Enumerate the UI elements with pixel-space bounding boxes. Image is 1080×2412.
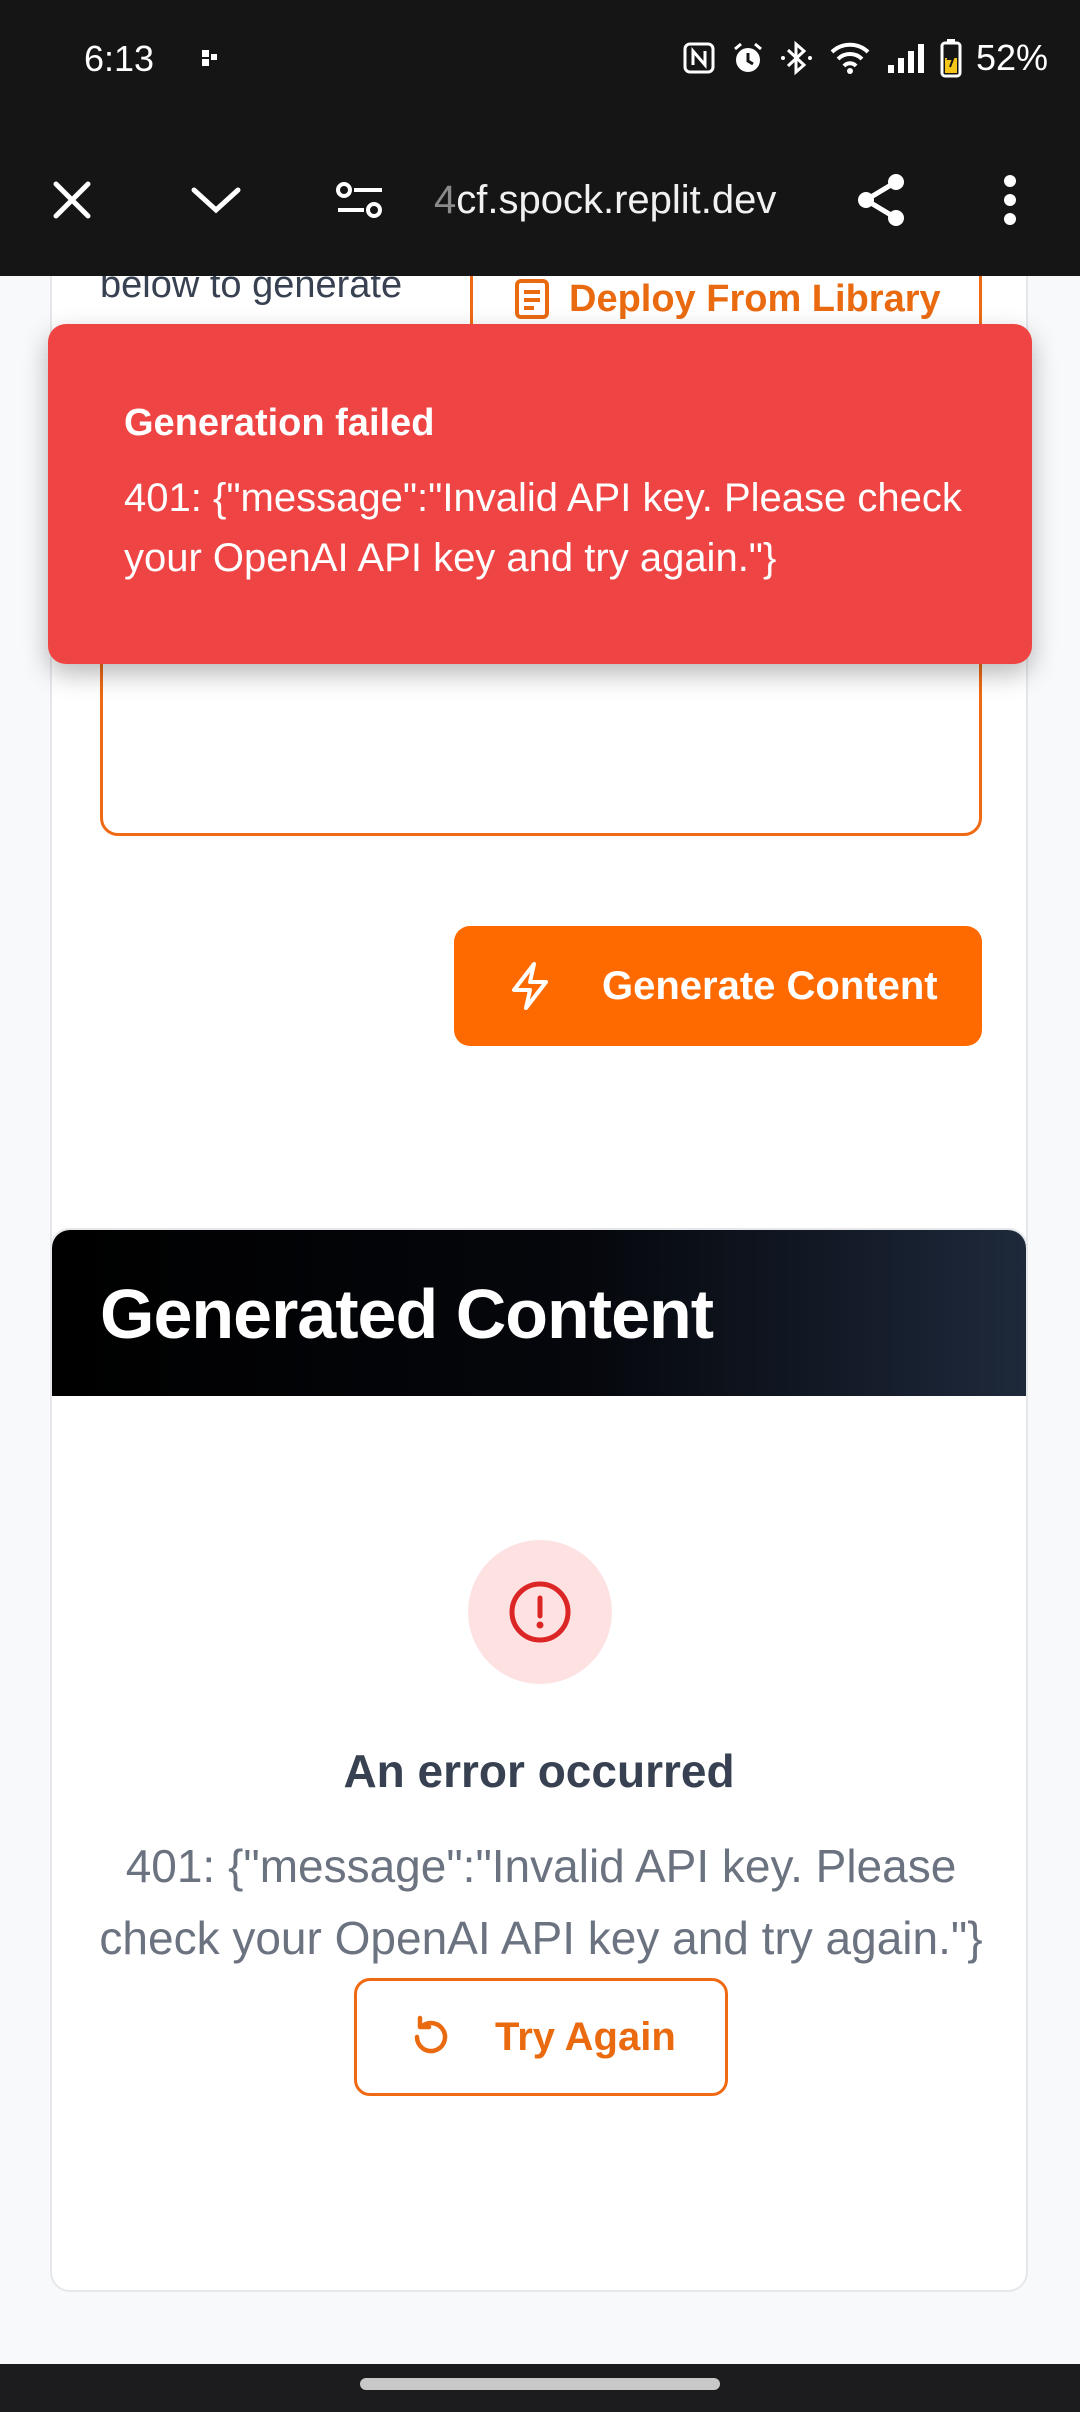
- alert-circle-icon: [509, 1581, 571, 1643]
- url-bar[interactable]: 4cf.spock.replit.dev: [434, 170, 814, 230]
- url-faded-prefix: 4: [434, 178, 457, 222]
- nfc-icon: [682, 41, 716, 75]
- tune-icon: [336, 182, 382, 218]
- document-icon: [515, 279, 549, 319]
- card-title: Generated Content: [100, 1275, 714, 1353]
- generated-content-card: Generated Content An error occurred 401:…: [50, 1228, 1028, 2292]
- more-vertical-icon: [1004, 175, 1016, 225]
- error-title: An error occurred: [343, 1745, 735, 1797]
- browser-toolbar: 4cf.spock.replit.dev: [0, 124, 1080, 276]
- share-button[interactable]: [842, 160, 922, 240]
- overflow-menu-button[interactable]: [970, 160, 1050, 240]
- deploy-button-label: Deploy From Library: [569, 277, 941, 320]
- lightning-icon: [512, 962, 548, 1010]
- form-description: below to generate: [100, 276, 403, 306]
- close-tab-button[interactable]: [32, 160, 112, 240]
- toast-message: 401: {"message":"Invalid API key. Please…: [124, 476, 962, 580]
- try-again-button[interactable]: Try Again: [354, 1978, 728, 2096]
- notification-dot-icon: [200, 48, 220, 73]
- toast-title: Generation failed: [124, 402, 435, 444]
- battery-percent: 52%: [975, 37, 1048, 78]
- generate-button-label: Generate Content: [602, 963, 938, 1008]
- close-icon: [53, 181, 91, 219]
- home-gesture-handle[interactable]: [360, 2378, 720, 2390]
- generate-content-button[interactable]: Generate Content: [454, 926, 982, 1046]
- share-icon: [858, 174, 904, 226]
- wifi-icon: [828, 40, 872, 76]
- card-header: Generated Content: [52, 1230, 1026, 1396]
- signal-icon: [886, 41, 926, 75]
- error-message: 401: {"message":"Invalid API key. Please…: [99, 1840, 983, 1964]
- bluetooth-icon: [780, 39, 814, 77]
- alarm-icon: [730, 40, 766, 76]
- chevron-down-icon: [191, 187, 241, 214]
- refresh-icon: [414, 2015, 448, 2054]
- site-settings-button[interactable]: [320, 160, 400, 240]
- status-bar: 6:13 52%: [0, 0, 1080, 124]
- try-again-label: Try Again: [495, 2014, 676, 2059]
- battery-icon: [940, 38, 962, 78]
- error-toast[interactable]: Generation failed 401: {"message":"Inval…: [48, 324, 1032, 664]
- gesture-nav-bar: [0, 2364, 1080, 2412]
- minimize-button[interactable]: [176, 160, 256, 240]
- status-time: 6:13: [84, 38, 155, 79]
- error-icon-badge: [468, 1540, 612, 1684]
- url-text: cf.spock.replit.dev: [456, 178, 777, 222]
